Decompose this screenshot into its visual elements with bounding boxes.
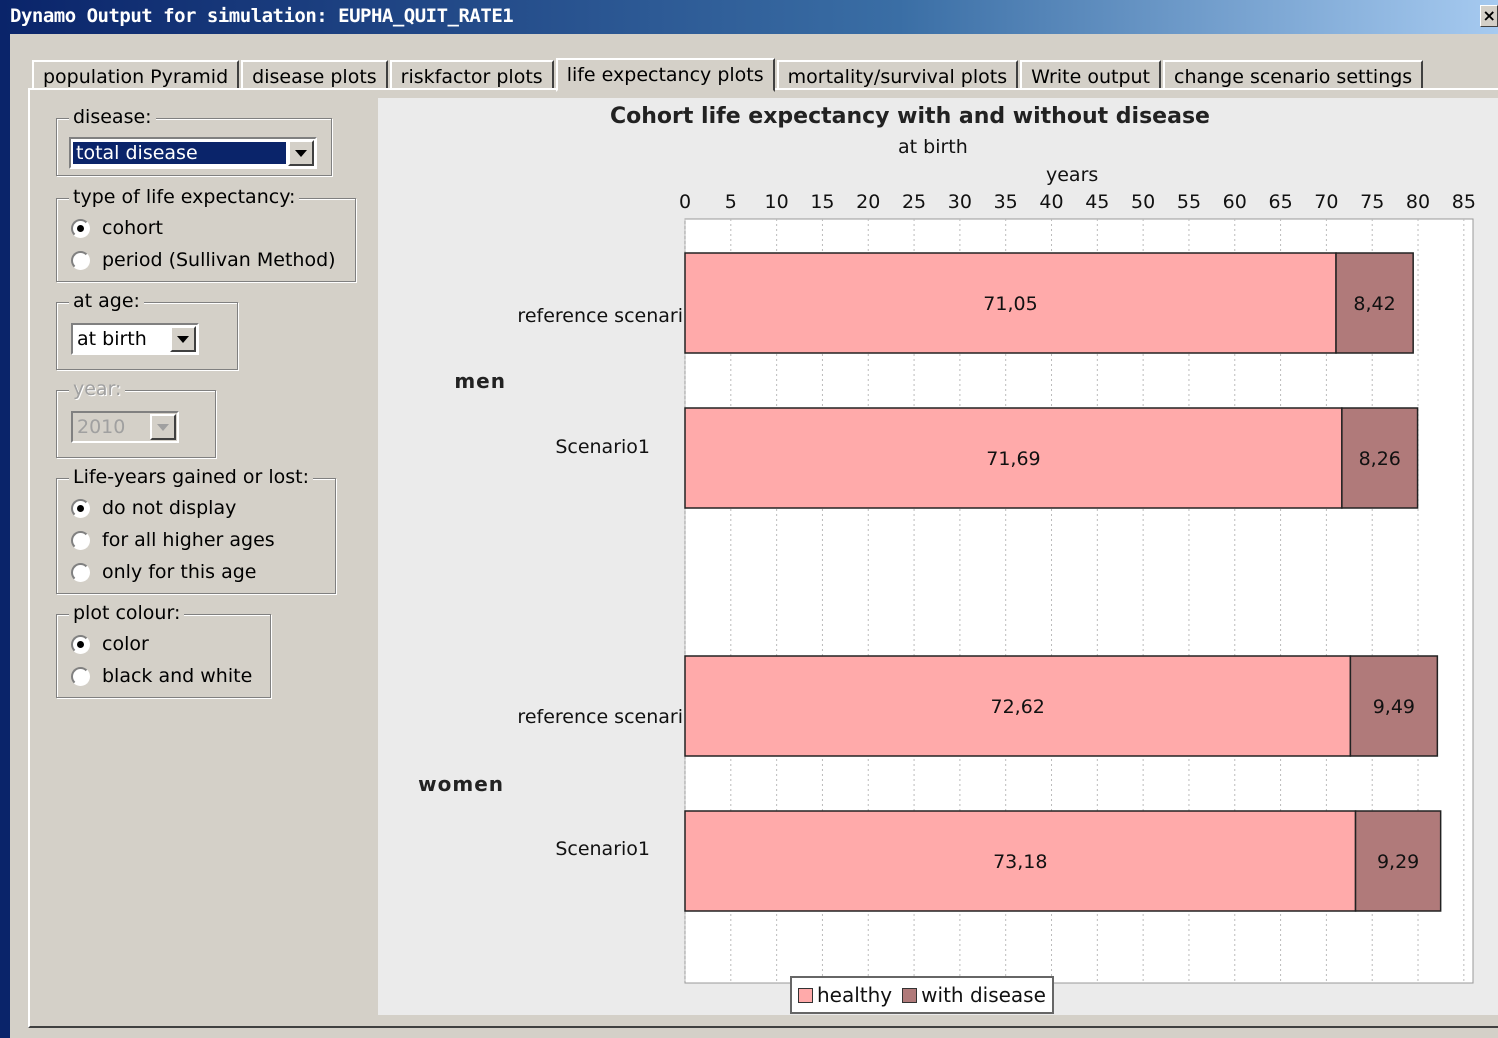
x-tick-label: 5 [725,191,737,213]
year-select: 2010 [71,411,179,443]
legend-label-healthy: healthy [817,983,893,1007]
radio-label: for all higher ages [102,529,275,551]
tab-bar: population Pyramid disease plots riskfac… [32,56,1425,92]
radio-on-icon[interactable] [71,498,90,518]
close-button[interactable]: × [1480,5,1498,27]
data-label-healthy: 71,69 [986,448,1040,470]
radio-on-icon[interactable] [71,218,90,238]
tab-population-pyramid[interactable]: population Pyramid [32,60,240,90]
x-tick-label: 0 [679,191,691,213]
radio-all-higher-ages[interactable]: for all higher ages [71,529,275,551]
life-years-group: Life-years gained or lost: do not displa… [56,466,336,594]
x-tick-label: 70 [1314,191,1338,213]
data-label-with-disease: 8,42 [1353,293,1395,315]
plot-colour-label: plot colour: [69,602,185,624]
life-expectancy-chart: Cohort life expectancy with and without … [378,98,1498,1015]
x-tick-label: 45 [1085,191,1109,213]
age-label: at age: [69,290,144,312]
x-tick-label: 60 [1223,191,1247,213]
legend-item-disease: with disease [902,983,1046,1007]
x-tick-label: 35 [994,191,1018,213]
x-tick-label: 20 [856,191,880,213]
radio-off-icon[interactable] [71,666,90,686]
radio-label: color [102,633,149,655]
legend-swatch-disease [902,987,918,1003]
x-tick-label: 65 [1268,191,1292,213]
x-tick-label: 10 [765,191,789,213]
x-tick-label: 40 [1039,191,1063,213]
legend-swatch-healthy [798,987,813,1003]
plot-colour-group: plot colour: color black and white [56,602,271,698]
disease-select-value: total disease [72,141,287,165]
legend-label-disease: with disease [921,983,1046,1007]
legend-item-healthy: healthy [798,983,892,1007]
disease-group: disease: total disease [56,106,332,176]
disease-select[interactable]: total disease [69,137,317,169]
radio-label: cohort [102,217,163,239]
radio-label: do not display [102,497,237,519]
radio-color[interactable]: color [71,633,149,655]
x-tick-label: 55 [1177,191,1201,213]
x-tick-label: 25 [902,191,926,213]
category-label: Scenario1 [555,838,650,860]
group-label: men [454,369,506,393]
radio-cohort[interactable]: cohort [71,217,163,239]
window-title: Dynamo Output for simulation: EUPHA_QUIT… [10,5,514,27]
tab-write-output[interactable]: Write output [1020,60,1161,90]
radio-off-icon[interactable] [71,250,90,270]
radio-only-this-age[interactable]: only for this age [71,561,257,583]
radio-do-not-display[interactable]: do not display [71,497,236,519]
age-select-value: at birth [77,328,147,350]
life-years-label: Life-years gained or lost: [69,466,314,488]
data-label-with-disease: 9,49 [1373,696,1415,718]
x-tick-label: 80 [1406,191,1430,213]
data-label-with-disease: 9,29 [1377,851,1419,873]
category-label: reference scenari [517,305,683,327]
chart-plot: 0 5 10 15 20 25 30 35 40 45 50 55 60 65 70 75 80 85 71,05 8… [418,191,1476,984]
close-icon: × [1482,6,1496,25]
x-tick-label: 85 [1452,191,1476,213]
x-tick-label: 50 [1131,191,1155,213]
chevron-down-icon [150,414,176,440]
category-label: reference scenari [517,706,683,728]
life-expectancy-type-label: type of life expectancy: [69,186,300,208]
tab-disease-plots[interactable]: disease plots [241,60,388,90]
x-tick-label: 30 [948,191,972,213]
year-group: year: 2010 [56,378,216,458]
life-expectancy-type-group: type of life expectancy: cohort period (… [56,186,356,282]
data-label-with-disease: 8,26 [1359,448,1401,470]
year-select-value: 2010 [77,416,126,438]
category-label: Scenario1 [555,436,650,458]
tab-riskfactor-plots[interactable]: riskfactor plots [389,60,554,90]
tab-mortality-survival-plots[interactable]: mortality/survival plots [776,60,1019,90]
radio-label: black and white [102,665,253,687]
year-label: year: [69,378,126,400]
window-title-bar: Dynamo Output for simulation: EUPHA_QUIT… [0,0,1498,34]
radio-label: only for this age [102,561,257,583]
data-label-healthy: 71,05 [983,293,1037,315]
chevron-down-icon[interactable] [288,140,314,166]
radio-black-and-white[interactable]: black and white [71,665,252,687]
group-label: women [418,772,504,796]
radio-off-icon[interactable] [71,530,90,550]
data-label-healthy: 73,18 [993,851,1047,873]
radio-off-icon[interactable] [71,562,90,582]
chart-legend: healthy with disease [790,976,1054,1014]
radio-label: period (Sullivan Method) [102,249,336,271]
window-client: population Pyramid disease plots riskfac… [10,34,1498,1038]
radio-period[interactable]: period (Sullivan Method) [71,249,336,271]
radio-on-icon[interactable] [71,634,90,654]
x-tick-label: 15 [810,191,834,213]
age-group: at age: at birth [56,290,238,370]
disease-label: disease: [69,106,156,128]
tab-change-scenario-settings[interactable]: change scenario settings [1163,60,1424,90]
x-tick-label: 75 [1360,191,1384,213]
data-label-healthy: 72,62 [990,696,1044,718]
age-select[interactable]: at birth [71,323,199,355]
chevron-down-icon[interactable] [170,326,196,352]
tab-life-expectancy-plots[interactable]: life expectancy plots [555,58,775,92]
